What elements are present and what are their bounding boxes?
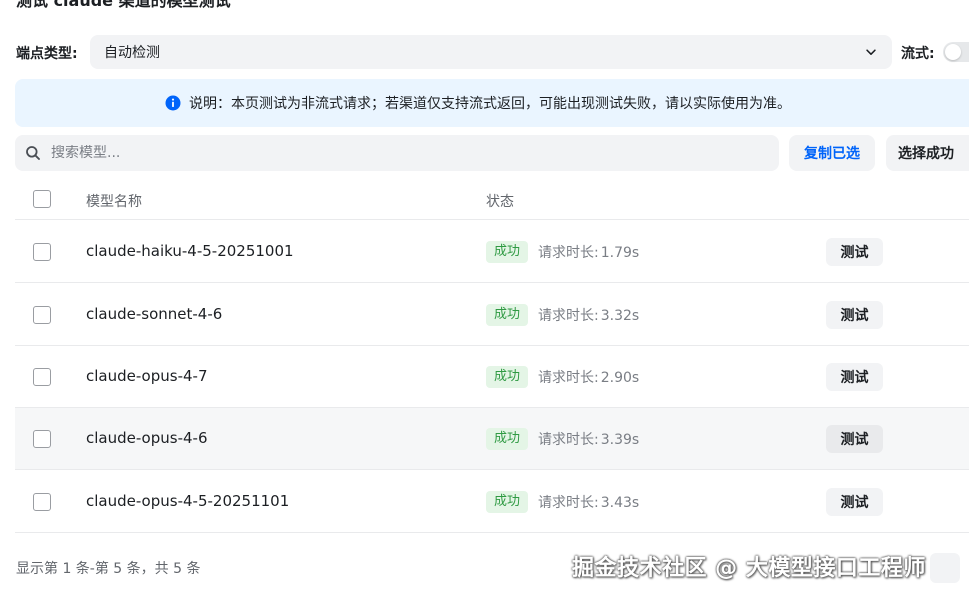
duration-label: 请求时长: — [538, 245, 599, 261]
notice-text: 说明：本页测试为非流式请求；若渠道仅支持流式返回，可能出现测试失败，请以实际使用… — [189, 96, 791, 112]
test-button[interactable]: 测试 — [826, 363, 883, 391]
row-checkbox[interactable] — [33, 243, 51, 261]
stream-toggle[interactable] — [943, 42, 969, 62]
column-header-status: 状态 — [486, 194, 514, 210]
info-icon — [165, 95, 181, 111]
duration-value: 3.39s — [600, 432, 640, 448]
request-duration: 请求时长: 1.79s — [538, 242, 639, 262]
select-success-button[interactable]: 选择成功 — [886, 135, 969, 171]
model-name: claude-haiku-4-5-20251001 — [86, 242, 294, 260]
model-name: claude-opus-4-7 — [86, 367, 208, 385]
test-button[interactable]: 测试 — [826, 425, 883, 453]
duration-value: 2.90s — [600, 370, 640, 386]
duration-value: 3.43s — [600, 495, 640, 511]
request-duration: 请求时长: 3.43s — [538, 492, 639, 512]
request-duration: 请求时长: 3.32s — [538, 305, 639, 325]
toggle-knob — [945, 44, 961, 60]
duration-label: 请求时长: — [538, 308, 599, 324]
table-row: claude-opus-4-6 成功 请求时长: 3.39s 测试 — [15, 408, 969, 470]
search-input[interactable] — [51, 145, 731, 161]
column-header-model: 模型名称 — [86, 194, 142, 210]
row-checkbox[interactable] — [33, 368, 51, 386]
stream-label: 流式: — [901, 46, 935, 62]
test-button[interactable]: 测试 — [826, 301, 883, 329]
pagination-summary: 显示第 1 条-第 5 条，共 5 条 — [16, 561, 201, 577]
status-badge: 成功 — [486, 304, 529, 326]
watermark-text: 掘金技术社区 @ 大模型接口工程师 — [572, 556, 926, 581]
status-badge: 成功 — [486, 241, 529, 263]
table-row: claude-opus-4-5-20251101 成功 请求时长: 3.43s 测… — [15, 471, 969, 533]
endpoint-type-label: 端点类型: — [16, 46, 78, 62]
table-row: claude-opus-4-7 成功 请求时长: 2.90s 测试 — [15, 346, 969, 408]
model-name: claude-sonnet-4-6 — [86, 305, 223, 323]
request-duration: 请求时长: 3.39s — [538, 429, 639, 449]
duration-label: 请求时长: — [538, 432, 599, 448]
model-test-dialog: 测试 claude 渠道的模型测试 端点类型: 自动检测 流式: 说明：本页测试… — [0, 0, 969, 599]
table-row: claude-sonnet-4-6 成功 请求时长: 3.32s 测试 — [15, 284, 969, 346]
endpoint-type-select[interactable]: 自动检测 — [90, 35, 892, 69]
endpoint-type-value: 自动检测 — [104, 45, 160, 61]
test-button[interactable]: 测试 — [826, 488, 883, 516]
status-badge: 成功 — [486, 428, 529, 450]
row-checkbox[interactable] — [33, 493, 51, 511]
test-button[interactable]: 测试 — [826, 238, 883, 266]
status-badge: 成功 — [486, 366, 529, 388]
table-header: 模型名称 状态 — [15, 180, 969, 220]
status-badge: 成功 — [486, 491, 529, 513]
dialog-title: 测试 claude 渠道的模型测试 — [16, 0, 231, 10]
duration-value: 1.79s — [600, 245, 640, 261]
duration-label: 请求时长: — [538, 370, 599, 386]
select-all-checkbox[interactable] — [33, 190, 51, 208]
model-name: claude-opus-4-5-20251101 — [86, 492, 290, 510]
table-row: claude-haiku-4-5-20251001 成功 请求时长: 1.79s … — [15, 221, 969, 283]
pagination-button[interactable] — [930, 553, 960, 583]
search-box[interactable] — [15, 135, 779, 171]
notice-banner: 说明：本页测试为非流式请求；若渠道仅支持流式返回，可能出现测试失败，请以实际使用… — [15, 79, 969, 127]
chevron-down-icon — [866, 49, 876, 55]
model-name: claude-opus-4-6 — [86, 429, 208, 447]
row-checkbox[interactable] — [33, 430, 51, 448]
row-checkbox[interactable] — [33, 306, 51, 324]
request-duration: 请求时长: 2.90s — [538, 367, 639, 387]
search-icon — [26, 146, 40, 160]
duration-value: 3.32s — [600, 308, 640, 324]
duration-label: 请求时长: — [538, 495, 599, 511]
copy-selected-button[interactable]: 复制已选 — [789, 135, 875, 171]
